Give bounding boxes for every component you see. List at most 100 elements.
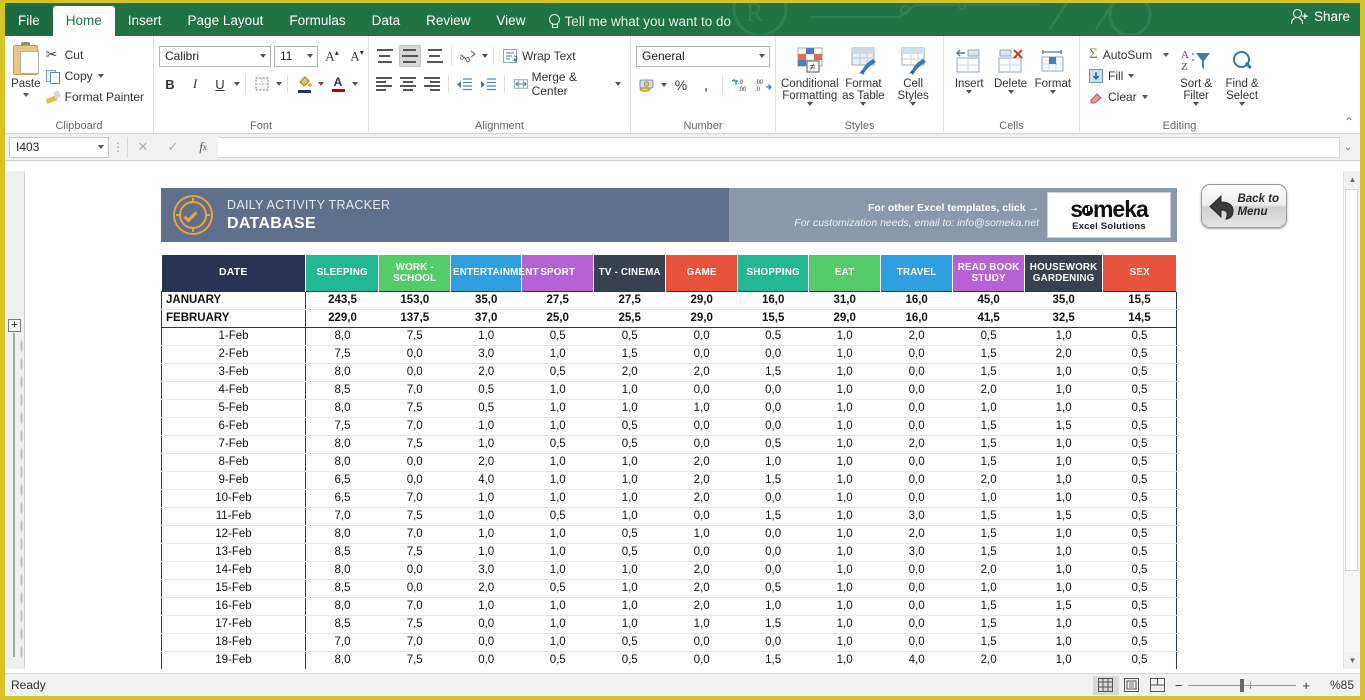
cell-value[interactable]: 0,5 (593, 525, 666, 544)
percent-style-button[interactable]: % (670, 74, 692, 96)
format-painter-button[interactable]: Format Painter (42, 86, 148, 107)
table-row[interactable]: 12-Feb 8,0 7,0 1,0 1,0 0,5 1,0 0,0 1,0 2,0 1,5 1,0 0… (161, 525, 1177, 544)
column-header-read-book-study[interactable]: READ BOOK STUDY (952, 255, 1025, 291)
cell-value[interactable]: 1,0 (1024, 381, 1103, 400)
cell-value[interactable]: 7,0 (378, 381, 451, 400)
cell-value[interactable]: 35,0 (450, 290, 522, 310)
cell-value[interactable]: 1,5 (952, 453, 1025, 472)
cell-value[interactable]: 0,5 (737, 435, 809, 454)
chevron-down-icon[interactable] (661, 83, 667, 87)
conditional-formatting-button[interactable]: ≠ Conditional Formatting (781, 42, 839, 106)
cell-value[interactable]: 0,5 (1102, 453, 1177, 472)
cell-date[interactable]: 7-Feb (161, 435, 306, 454)
decrease-indent-button[interactable] (454, 73, 475, 95)
chevron-down-icon[interactable] (1193, 102, 1200, 106)
chevron-down-icon[interactable] (1239, 102, 1246, 106)
cell-value[interactable]: 0,0 (665, 651, 738, 669)
cell-value[interactable]: 1,5 (952, 507, 1025, 526)
cell-value[interactable]: 2,0 (665, 453, 738, 472)
cell-value[interactable]: 7,5 (305, 417, 379, 436)
fill-button[interactable]: Fill (1085, 65, 1173, 86)
cell-value[interactable]: 0,5 (450, 399, 522, 418)
cell-value[interactable]: 1,5 (737, 651, 809, 669)
cell-value[interactable]: 0,0 (880, 399, 953, 418)
normal-view-button[interactable] (1092, 675, 1119, 695)
cell-value[interactable]: 2,0 (665, 561, 738, 580)
table-row[interactable]: 6-Feb 7,5 7,0 1,0 1,0 0,5 0,0 0,0 1,0 0,0 1,5 1,5 0,… (161, 417, 1177, 436)
chevron-down-icon[interactable] (307, 54, 313, 58)
align-top-button[interactable] (374, 45, 396, 67)
page-layout-view-button[interactable] (1119, 676, 1145, 695)
cell-value[interactable]: 2,0 (952, 561, 1025, 580)
cell-value[interactable]: 0,5 (1102, 579, 1177, 598)
cell-value[interactable]: 0,0 (880, 381, 953, 400)
cell-date[interactable]: 15-Feb (161, 579, 306, 598)
cell-value[interactable]: 1,0 (450, 435, 522, 454)
table-row[interactable]: 7-Feb 8,0 7,5 1,0 0,5 0,5 0,0 0,5 1,0 2,0 1,5 1,0 0,… (161, 435, 1177, 454)
cell-value[interactable]: 1,5 (593, 345, 666, 364)
cell-value[interactable]: 1,5 (1024, 417, 1103, 436)
cell-value[interactable]: 3,0 (450, 561, 522, 580)
formula-input[interactable] (218, 136, 1340, 158)
cell-value[interactable]: 1,0 (450, 543, 522, 562)
cell-value[interactable]: 0,0 (665, 633, 738, 652)
cell-value[interactable]: 0,5 (593, 651, 666, 669)
cell-value[interactable]: 41,5 (952, 309, 1025, 328)
cell-value[interactable]: 7,0 (378, 525, 451, 544)
insert-function-button[interactable]: fx (188, 137, 218, 158)
tab-home[interactable]: Home (52, 6, 115, 36)
cell-value[interactable]: 229,0 (305, 309, 379, 328)
table-row-month-total[interactable]: FEBRUARY 229,0 137,5 37,0 25,0 25,5 29,0 15,5 29… (161, 309, 1177, 328)
cell-value[interactable]: 0,0 (880, 417, 953, 436)
cell-value[interactable]: 1,5 (952, 417, 1025, 436)
cell-value[interactable]: 1,0 (450, 597, 522, 616)
cell-value[interactable]: 1,0 (450, 489, 522, 508)
cell-value[interactable]: 45,0 (952, 290, 1025, 310)
column-header-entertainment[interactable]: ENTERTAINMENT (450, 255, 538, 291)
cell-value[interactable]: 1,0 (808, 345, 881, 364)
zoom-thumb[interactable] (1240, 678, 1245, 692)
cell-value[interactable]: 1,0 (808, 417, 881, 436)
cell-value[interactable]: 2,0 (1024, 345, 1103, 364)
cell-date[interactable]: 4-Feb (161, 381, 306, 400)
table-row[interactable]: 8-Feb 8,0 0,0 2,0 1,0 1,0 2,0 1,0 1,0 0,0 1,5 1,0 0,… (161, 453, 1177, 472)
tell-me-search[interactable]: Tell me what you want to do (538, 6, 741, 36)
autosum-button[interactable]: Σ AutoSum (1085, 44, 1173, 65)
table-row[interactable]: 5-Feb 8,0 7,5 0,5 1,0 1,0 1,0 0,0 1,0 0,0 1,0 1,0 0,… (161, 399, 1177, 418)
cell-value[interactable]: 0,0 (880, 471, 953, 490)
cell-value[interactable]: 2,0 (450, 453, 522, 472)
cell-value[interactable]: 0,0 (450, 651, 522, 669)
table-row[interactable]: 10-Feb 6,5 7,0 1,0 1,0 1,0 2,0 0,0 1,0 0,0 1,0 1,0 0… (161, 489, 1177, 508)
cell-value[interactable]: 16,0 (880, 290, 953, 310)
cell-value[interactable]: 1,0 (808, 381, 881, 400)
cell-value[interactable]: 1,0 (521, 633, 594, 652)
column-header-tv-cinema[interactable]: TV - CINEMA (593, 255, 667, 291)
cell-value[interactable]: 0,5 (1102, 345, 1177, 364)
cell-value[interactable]: 25,0 (521, 309, 594, 328)
cell-value[interactable]: 15,5 (1102, 290, 1177, 310)
table-row[interactable]: 16-Feb 8,0 7,0 1,0 1,0 1,0 2,0 1,0 1,0 0,0 1,5 1,5 0… (161, 597, 1177, 616)
cell-value[interactable]: 1,0 (808, 399, 881, 418)
cell-value[interactable]: 2,0 (450, 579, 522, 598)
chevron-down-icon[interactable] (1128, 73, 1135, 78)
font-name-select[interactable]: Calibri (159, 45, 271, 67)
cell-value[interactable]: 0,0 (737, 561, 809, 580)
italic-button[interactable]: I (184, 73, 206, 95)
cell-date[interactable]: 11-Feb (161, 507, 306, 526)
cell-value[interactable]: 0,0 (737, 543, 809, 562)
column-header-eat[interactable]: EAT (808, 255, 881, 291)
cell-value[interactable]: 4,0 (880, 651, 953, 669)
chevron-down-icon[interactable] (22, 93, 29, 97)
cell-date[interactable]: JANUARY (161, 290, 306, 310)
cell-value[interactable]: 1,5 (952, 543, 1025, 562)
cell-value[interactable]: 0,5 (1102, 327, 1177, 346)
cell-value[interactable]: 0,0 (737, 399, 809, 418)
cell-value[interactable]: 1,0 (808, 543, 881, 562)
tab-view[interactable]: View (483, 6, 538, 36)
cell-value[interactable]: 1,0 (1024, 633, 1103, 652)
someka-logo[interactable]: s meka Excel Solutions (1047, 192, 1171, 238)
cell-value[interactable]: 1,0 (665, 399, 738, 418)
cell-value[interactable]: 1,0 (665, 615, 738, 634)
increase-indent-button[interactable] (478, 73, 499, 95)
cell-value[interactable]: 7,0 (378, 597, 451, 616)
